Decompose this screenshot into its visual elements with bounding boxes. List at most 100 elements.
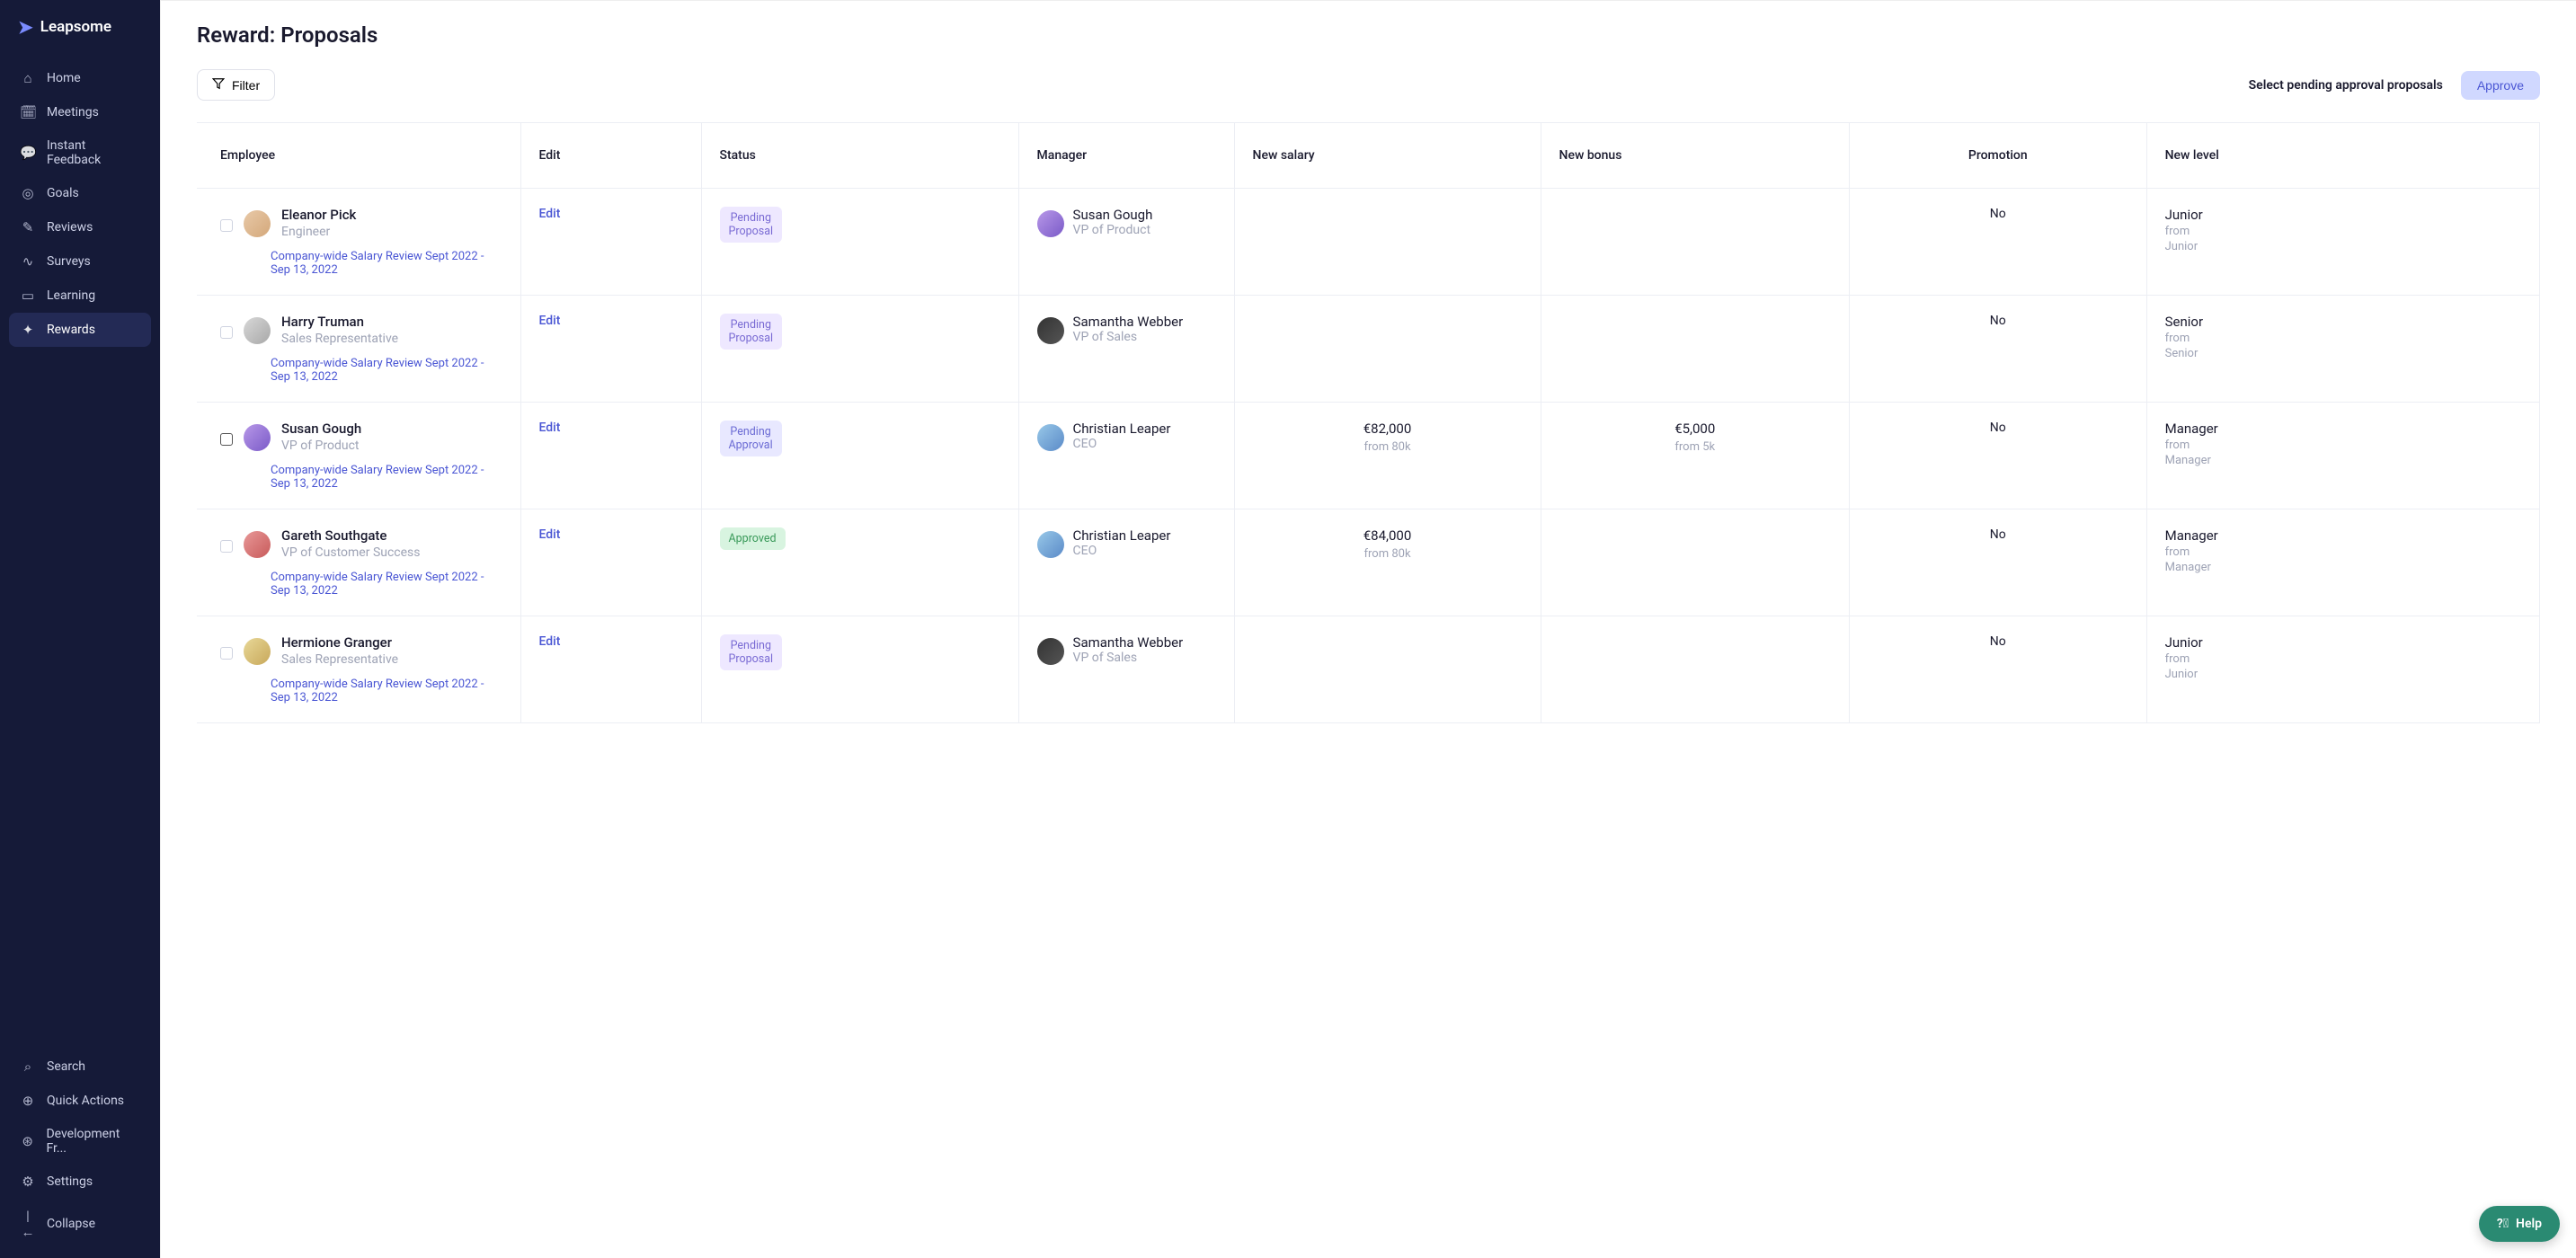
target-icon: ◎: [20, 185, 36, 201]
new-level-value: Junior: [2165, 634, 2521, 651]
salary-from: from 80k: [1253, 547, 1523, 561]
new-salary-value: €84,000: [1253, 527, 1523, 544]
manager-name: Christian Leaper: [1073, 527, 1171, 544]
rocket-icon: ✦: [20, 322, 36, 338]
book-icon: ▭: [20, 288, 36, 304]
table-row: Hermione Granger Sales Representative Co…: [197, 616, 2540, 723]
sidebar-item-instant-feedback[interactable]: 💬Instant Feedback: [9, 129, 151, 176]
level-from-label: from: [2165, 439, 2521, 452]
sidebar-item-label: Rewards: [47, 323, 95, 337]
level-from-label: from: [2165, 545, 2521, 559]
col-edit: Edit: [520, 123, 701, 189]
status-badge: PendingProposal: [720, 207, 783, 243]
manager-role: VP of Sales: [1073, 651, 1184, 665]
sidebar-item-label: Quick Actions: [47, 1094, 124, 1108]
review-cycle-link[interactable]: Company-wide Salary Review Sept 2022 - S…: [220, 250, 502, 277]
employee-avatar: [244, 210, 271, 237]
new-level-value: Manager: [2165, 527, 2521, 544]
approve-button[interactable]: Approve: [2461, 71, 2540, 100]
col-new-bonus: New bonus: [1541, 123, 1849, 189]
row-checkbox[interactable]: [220, 433, 233, 446]
new-level-value: Manager: [2165, 421, 2521, 437]
level-from-label: from: [2165, 225, 2521, 238]
edit-link[interactable]: Edit: [539, 421, 561, 435]
sidebar-nav: ⌂ Home 🗓Meetings 💬Instant Feedback ◎Goals…: [0, 54, 160, 354]
level-from-label: from: [2165, 332, 2521, 345]
sidebar-item-quick-actions[interactable]: ⊕ Quick Actions: [9, 1084, 151, 1118]
employee-name: Eleanor Pick: [281, 207, 356, 223]
home-icon: ⌂: [20, 70, 36, 86]
salary-from: from 80k: [1253, 440, 1523, 454]
brand-logo: ➤ Leapsome: [0, 0, 160, 54]
sidebar-item-reviews[interactable]: ✎ Reviews: [9, 210, 151, 244]
col-status: Status: [701, 123, 1018, 189]
sidebar-item-label: Home: [47, 71, 81, 85]
edit-link[interactable]: Edit: [539, 634, 561, 649]
sidebar-item-meetings[interactable]: 🗓Meetings: [9, 95, 151, 129]
level-from-value: Manager: [2165, 454, 2521, 467]
search-icon: ⌕: [20, 1059, 36, 1075]
sidebar-item-label: Development Fr...: [46, 1127, 140, 1156]
promotion-value: No: [1990, 314, 2006, 328]
new-salary-value: €82,000: [1253, 421, 1523, 437]
sidebar-item-learning[interactable]: ▭Learning: [9, 279, 151, 313]
gear-icon: ⚙: [20, 1174, 36, 1190]
sidebar-item-settings[interactable]: ⚙Settings: [9, 1165, 151, 1199]
employee-role: VP of Product: [281, 439, 361, 453]
row-checkbox[interactable]: [220, 326, 233, 339]
status-badge: PendingProposal: [720, 634, 783, 670]
table-row: Gareth Southgate VP of Customer Success …: [197, 509, 2540, 616]
employee-avatar: [244, 317, 271, 344]
manager-avatar: [1037, 638, 1064, 665]
employee-name: Harry Truman: [281, 314, 398, 330]
row-checkbox[interactable]: [220, 540, 233, 553]
level-from-value: Junior: [2165, 240, 2521, 253]
manager-name: Samantha Webber: [1073, 634, 1184, 651]
sidebar-item-label: Reviews: [47, 220, 93, 235]
new-level-value: Junior: [2165, 207, 2521, 223]
employee-name: Susan Gough: [281, 421, 361, 437]
select-pending-link[interactable]: Select pending approval proposals: [2249, 78, 2443, 93]
review-cycle-link[interactable]: Company-wide Salary Review Sept 2022 - S…: [220, 678, 502, 704]
sidebar-item-goals[interactable]: ◎Goals: [9, 176, 151, 210]
brand-mark-icon: ➤: [18, 16, 33, 38]
sidebar-nav-bottom: ⌕Search ⊕ Quick Actions ⊛Development Fr..…: [0, 1042, 160, 1258]
proposals-table: Employee Edit Status Manager New salary …: [197, 123, 2540, 723]
edit-link[interactable]: Edit: [539, 314, 561, 328]
help-label: Help: [2516, 1217, 2542, 1231]
sidebar-item-label: Meetings: [47, 105, 99, 120]
manager-avatar: [1037, 317, 1064, 344]
sidebar-item-collapse[interactable]: |← Collapse: [9, 1199, 151, 1249]
edit-link[interactable]: Edit: [539, 207, 561, 221]
collapse-icon: |←: [20, 1208, 36, 1240]
review-cycle-link[interactable]: Company-wide Salary Review Sept 2022 - S…: [220, 571, 502, 598]
help-button[interactable]: ?⃝ Help: [2479, 1206, 2560, 1242]
sidebar-item-label: Collapse: [47, 1217, 95, 1231]
status-badge: PendingProposal: [720, 314, 783, 350]
sidebar-item-label: Surveys: [47, 254, 91, 269]
row-checkbox[interactable]: [220, 219, 233, 232]
toolbar: Filter Select pending approval proposals…: [197, 69, 2540, 101]
sidebar-item-search[interactable]: ⌕Search: [9, 1050, 151, 1084]
col-new-salary: New salary: [1234, 123, 1541, 189]
sidebar-item-surveys[interactable]: ∿Surveys: [9, 244, 151, 279]
promotion-value: No: [1990, 207, 2006, 221]
filter-button-label: Filter: [232, 78, 260, 93]
review-cycle-link[interactable]: Company-wide Salary Review Sept 2022 - S…: [220, 357, 502, 384]
table-row: Susan Gough VP of Product Company-wide S…: [197, 403, 2540, 509]
review-cycle-link[interactable]: Company-wide Salary Review Sept 2022 - S…: [220, 464, 502, 491]
sidebar-item-label: Instant Feedback: [47, 138, 140, 167]
manager-name: Susan Gough: [1073, 207, 1153, 223]
manager-role: CEO: [1073, 544, 1171, 558]
edit-icon: ✎: [20, 219, 36, 235]
bonus-from: from 5k: [1559, 440, 1831, 454]
edit-link[interactable]: Edit: [539, 527, 561, 542]
filter-button[interactable]: Filter: [197, 69, 275, 101]
sidebar-item-rewards[interactable]: ✦ Rewards: [9, 313, 151, 347]
sidebar-item-development-framework[interactable]: ⊛Development Fr...: [9, 1118, 151, 1165]
col-promotion: Promotion: [1849, 123, 2146, 189]
plus-circle-icon: ⊕: [20, 1093, 36, 1109]
manager-avatar: [1037, 531, 1064, 558]
row-checkbox[interactable]: [220, 647, 233, 660]
sidebar-item-home[interactable]: ⌂ Home: [9, 61, 151, 95]
